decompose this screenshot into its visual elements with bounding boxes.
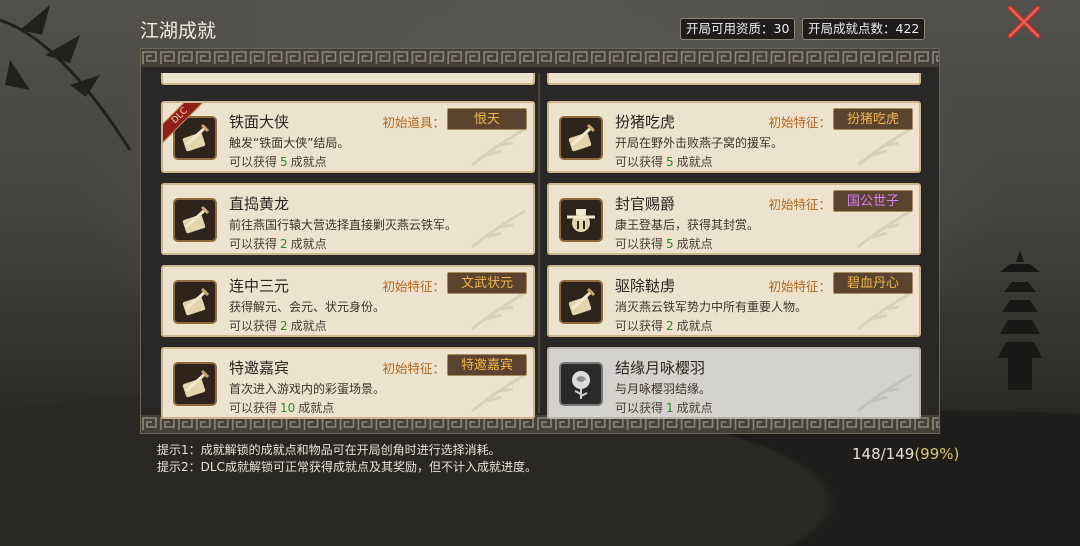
achievement-name: 封官赐爵 <box>615 195 676 213</box>
achievement-card[interactable]: 封官赐爵 康王登基后，获得其封赏。 可以获得 5 成就点 初始特征： 国公世子 <box>547 183 921 255</box>
achievement-name: 结缘月咏樱羽 <box>615 359 706 377</box>
achievement-reward: 可以获得 5 成就点 <box>229 155 327 169</box>
reward-points: 2 <box>280 237 288 251</box>
scroll-sword-icon <box>559 116 603 160</box>
bamboo-watermark-icon <box>471 209 526 249</box>
achievement-reward: 可以获得 10 成就点 <box>229 401 335 415</box>
achievement-card[interactable]: 连中三元 获得解元、会元、状元身份。 可以获得 2 成就点 初始特征： 文武状元 <box>161 265 535 337</box>
bamboo-watermark-icon <box>471 291 526 331</box>
achievement-description: 消灭燕云铁军势力中所有重要人物。 <box>615 300 808 314</box>
bamboo-watermark-icon <box>857 373 912 413</box>
achievement-description: 触发“铁面大侠”结局。 <box>229 136 350 150</box>
achievement-description: 康王登基后，获得其封赏。 <box>615 218 760 232</box>
reward-points: 5 <box>666 155 674 169</box>
reward-points: 1 <box>666 401 674 415</box>
reward-points: 5 <box>666 237 674 251</box>
achievement-reward: 可以获得 2 成就点 <box>229 319 327 333</box>
achievement-description: 与月咏樱羽结缘。 <box>615 382 712 396</box>
achievement-card-partial <box>547 73 921 85</box>
achievement-card-partial <box>161 73 535 85</box>
available-resources-badge: 开局可用资质：30 <box>680 18 796 40</box>
achievement-card[interactable]: 直捣黄龙 前往燕国行辕大营选择直接剿灭燕云铁军。 可以获得 2 成就点 <box>161 183 535 255</box>
reward-type-label: 初始特征： <box>768 197 831 212</box>
achievement-reward: 可以获得 2 成就点 <box>615 319 713 333</box>
dlc-ribbon: DLC <box>163 103 203 143</box>
reward-points: 2 <box>666 319 674 333</box>
achievement-points-badge: 开局成就点数：422 <box>802 18 926 40</box>
reward-trait-tag: 文武状元 <box>447 272 527 294</box>
reward-points: 2 <box>280 319 288 333</box>
achievement-name: 驱除鞑虏 <box>615 277 676 295</box>
achievement-name: 连中三元 <box>229 277 290 295</box>
achievement-name: 扮猪吃虎 <box>615 113 676 131</box>
reward-trait-tag: 国公世子 <box>833 190 913 212</box>
achievement-card[interactable]: 特邀嘉宾 首次进入游戏内的彩蛋场景。 可以获得 10 成就点 初始特征： 特邀嘉宾 <box>161 347 535 419</box>
reward-trait-tag: 特邀嘉宾 <box>447 354 527 376</box>
bamboo-branch-decoration <box>0 5 132 151</box>
reward-item-tag: 恨天 <box>447 108 527 130</box>
reward-type-label: 初始特征： <box>768 115 831 130</box>
bamboo-watermark-icon <box>471 373 526 413</box>
bamboo-watermark-icon <box>857 291 912 331</box>
close-icon[interactable] <box>1004 4 1044 40</box>
hint-text: 提示2：DLC成就解锁可正常获得成就点及其奖励，但不计入成就进度。 <box>157 460 537 474</box>
reward-type-label: 初始道具： <box>382 115 445 130</box>
scroll-sword-icon <box>173 198 217 242</box>
scroll-sword-icon <box>559 280 603 324</box>
page-title: 江湖成就 <box>140 20 217 42</box>
achievement-card[interactable]: 驱除鞑虏 消灭燕云铁军势力中所有重要人物。 可以获得 2 成就点 初始特征： 碧血丹… <box>547 265 921 337</box>
column-divider <box>538 73 540 413</box>
achievement-reward: 可以获得 1 成就点 <box>615 401 713 415</box>
scroll-sword-icon <box>173 362 217 406</box>
achievement-list-panel[interactable]: DLC 铁面大侠 触发“铁面大侠”结局。 可以获得 5 成就点 初始道具： 恨天 扮… <box>140 48 940 434</box>
reward-trait-tag: 碧血丹心 <box>833 272 913 294</box>
reward-points: 10 <box>280 401 296 415</box>
rose-icon <box>559 362 603 406</box>
achievement-name: 特邀嘉宾 <box>229 359 290 377</box>
bamboo-watermark-icon <box>857 209 912 249</box>
reward-type-label: 初始特征： <box>382 279 445 294</box>
achievement-description: 首次进入游戏内的彩蛋场景。 <box>229 382 386 396</box>
achievement-card[interactable]: DLC 铁面大侠 触发“铁面大侠”结局。 可以获得 5 成就点 初始道具： 恨天 <box>161 101 535 173</box>
frame-border-top <box>141 49 939 67</box>
bamboo-watermark-icon <box>471 127 526 167</box>
scroll-sword-icon <box>173 280 217 324</box>
official-hat-icon <box>559 198 603 242</box>
achievement-card[interactable]: 扮猪吃虎 开局在野外击败燕子窝的援军。 可以获得 5 成就点 初始特征： 扮猪吃虎 <box>547 101 921 173</box>
achievement-name: 直捣黄龙 <box>229 195 290 213</box>
achievement-reward: 可以获得 5 成就点 <box>615 237 713 251</box>
reward-type-label: 初始特征： <box>768 279 831 294</box>
reward-trait-tag: 扮猪吃虎 <box>833 108 913 130</box>
achievement-description: 开局在野外击败燕子窝的援军。 <box>615 136 784 150</box>
achievement-reward: 可以获得 2 成就点 <box>229 237 327 251</box>
hint-text: 提示1：成就解锁的成就点和物品可在开局创角时进行选择消耗。 <box>157 443 501 457</box>
bamboo-watermark-icon <box>857 127 912 167</box>
pagoda-silhouette <box>998 250 1042 390</box>
achievement-card-locked[interactable]: 结缘月咏樱羽 与月咏樱羽结缘。 可以获得 1 成就点 <box>547 347 921 419</box>
reward-points: 5 <box>280 155 288 169</box>
achievement-description: 获得解元、会元、状元身份。 <box>229 300 386 314</box>
achievement-progress: 148/149(99%) <box>852 445 960 463</box>
reward-type-label: 初始特征： <box>382 361 445 376</box>
achievement-description: 前往燕国行辕大营选择直接剿灭燕云铁军。 <box>229 218 458 232</box>
achievement-reward: 可以获得 5 成就点 <box>615 155 713 169</box>
achievement-name: 铁面大侠 <box>229 113 290 131</box>
